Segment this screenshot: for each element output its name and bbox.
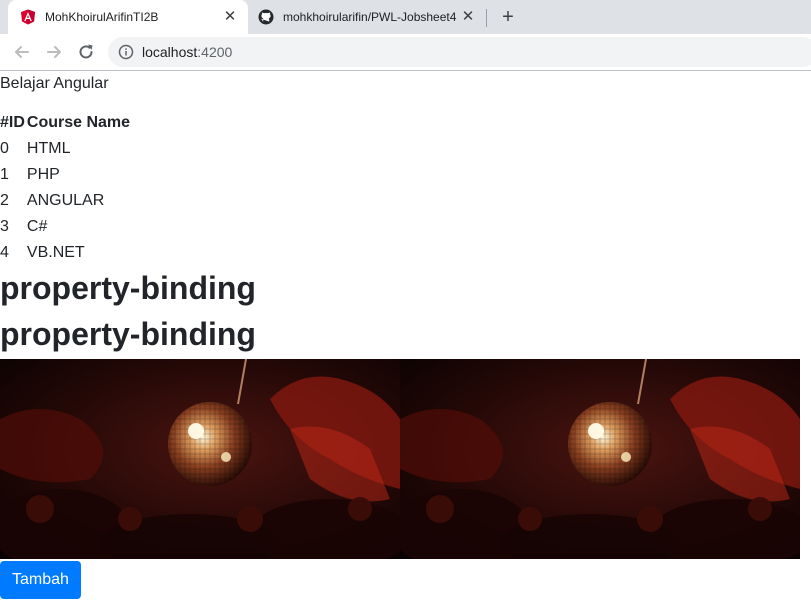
courses-table: #ID Course Name 0 HTML 1 PHP 2 ANGULAR 3… (0, 114, 132, 266)
disco-ball-image (0, 359, 400, 559)
table-row: 0 HTML (0, 136, 132, 162)
column-header-course-name: Course Name (26, 114, 131, 131)
tab-strip: MohKhoirulArifinTI2B ✕ mohkhoirularifin/… (0, 0, 811, 34)
new-tab-icon[interactable]: + (497, 6, 519, 28)
forward-arrow-icon[interactable] (44, 42, 64, 62)
tab-title: mohkhoirularifin/PWL-Jobsheet4 (283, 10, 457, 24)
url-text: localhost:4200 (142, 44, 232, 60)
cell-id: 3 (0, 218, 9, 235)
table-row: 3 C# (0, 214, 132, 240)
cell-course-name: C# (26, 218, 48, 235)
cell-course-name: HTML (26, 140, 71, 157)
url-host: localhost (142, 44, 198, 60)
angular-icon (21, 9, 35, 25)
close-tab-icon[interactable]: ✕ (222, 9, 238, 25)
table-row: 4 VB.NET (0, 240, 132, 266)
tab-github-repo[interactable]: mohkhoirularifin/PWL-Jobsheet4 ✕ (252, 0, 486, 34)
cell-id: 4 (0, 244, 9, 261)
tab-separator (486, 9, 487, 27)
tab-angular-app[interactable]: MohKhoirulArifinTI2B ✕ (8, 0, 248, 34)
table-header-row: #ID Course Name (0, 114, 132, 136)
cell-id: 0 (0, 140, 9, 157)
address-bar[interactable]: localhost:4200 (108, 37, 811, 67)
tab-title: MohKhoirulArifinTI2B (45, 10, 159, 24)
property-binding-heading: property-binding (0, 316, 256, 352)
intro-text: Belajar Angular (0, 75, 109, 92)
cell-course-name: VB.NET (26, 244, 85, 261)
cell-course-name: PHP (26, 166, 60, 183)
back-arrow-icon[interactable] (12, 42, 32, 62)
url-port: :4200 (197, 44, 233, 60)
browser-toolbar: localhost:4200 (0, 34, 811, 71)
table-row: 2 ANGULAR (0, 188, 132, 214)
property-binding-heading: property-binding (0, 270, 256, 306)
column-header-id: #ID (0, 114, 25, 131)
close-tab-icon[interactable]: ✕ (460, 9, 476, 25)
table-row: 1 PHP (0, 162, 132, 188)
cell-course-name: ANGULAR (26, 192, 105, 209)
cell-id: 1 (0, 166, 9, 183)
info-icon[interactable] (118, 44, 134, 60)
image-row (0, 359, 800, 559)
cell-id: 2 (0, 192, 9, 209)
reload-icon[interactable] (76, 42, 96, 62)
disco-ball-image (400, 359, 800, 559)
tambah-button[interactable]: Tambah (0, 561, 81, 599)
github-icon (258, 9, 274, 25)
